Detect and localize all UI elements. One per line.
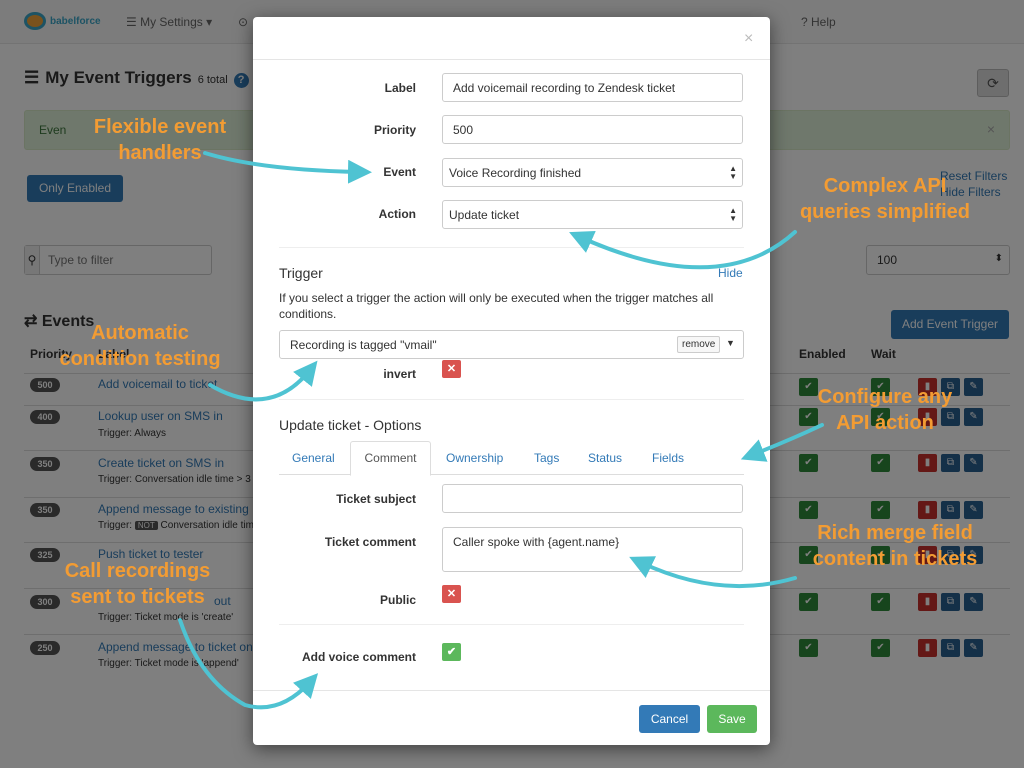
arrow-call xyxy=(178,618,319,710)
callout-call-recordings: Call recordings sent to tickets xyxy=(64,560,211,608)
callout-rich-merge: Rich merge field content in tickets xyxy=(812,522,978,570)
callout-automatic-condition: Automatic condition testing xyxy=(59,322,221,370)
callout-configure-api: Configure any API action xyxy=(817,386,953,434)
arrow-rich xyxy=(629,556,797,589)
callout-flexible-event-handlers: Flexible event handlers xyxy=(93,116,227,164)
callout-complex-api: Complex API queries simplified xyxy=(799,175,971,223)
arrow-complex xyxy=(569,230,797,270)
arrow-automatic xyxy=(208,360,318,402)
